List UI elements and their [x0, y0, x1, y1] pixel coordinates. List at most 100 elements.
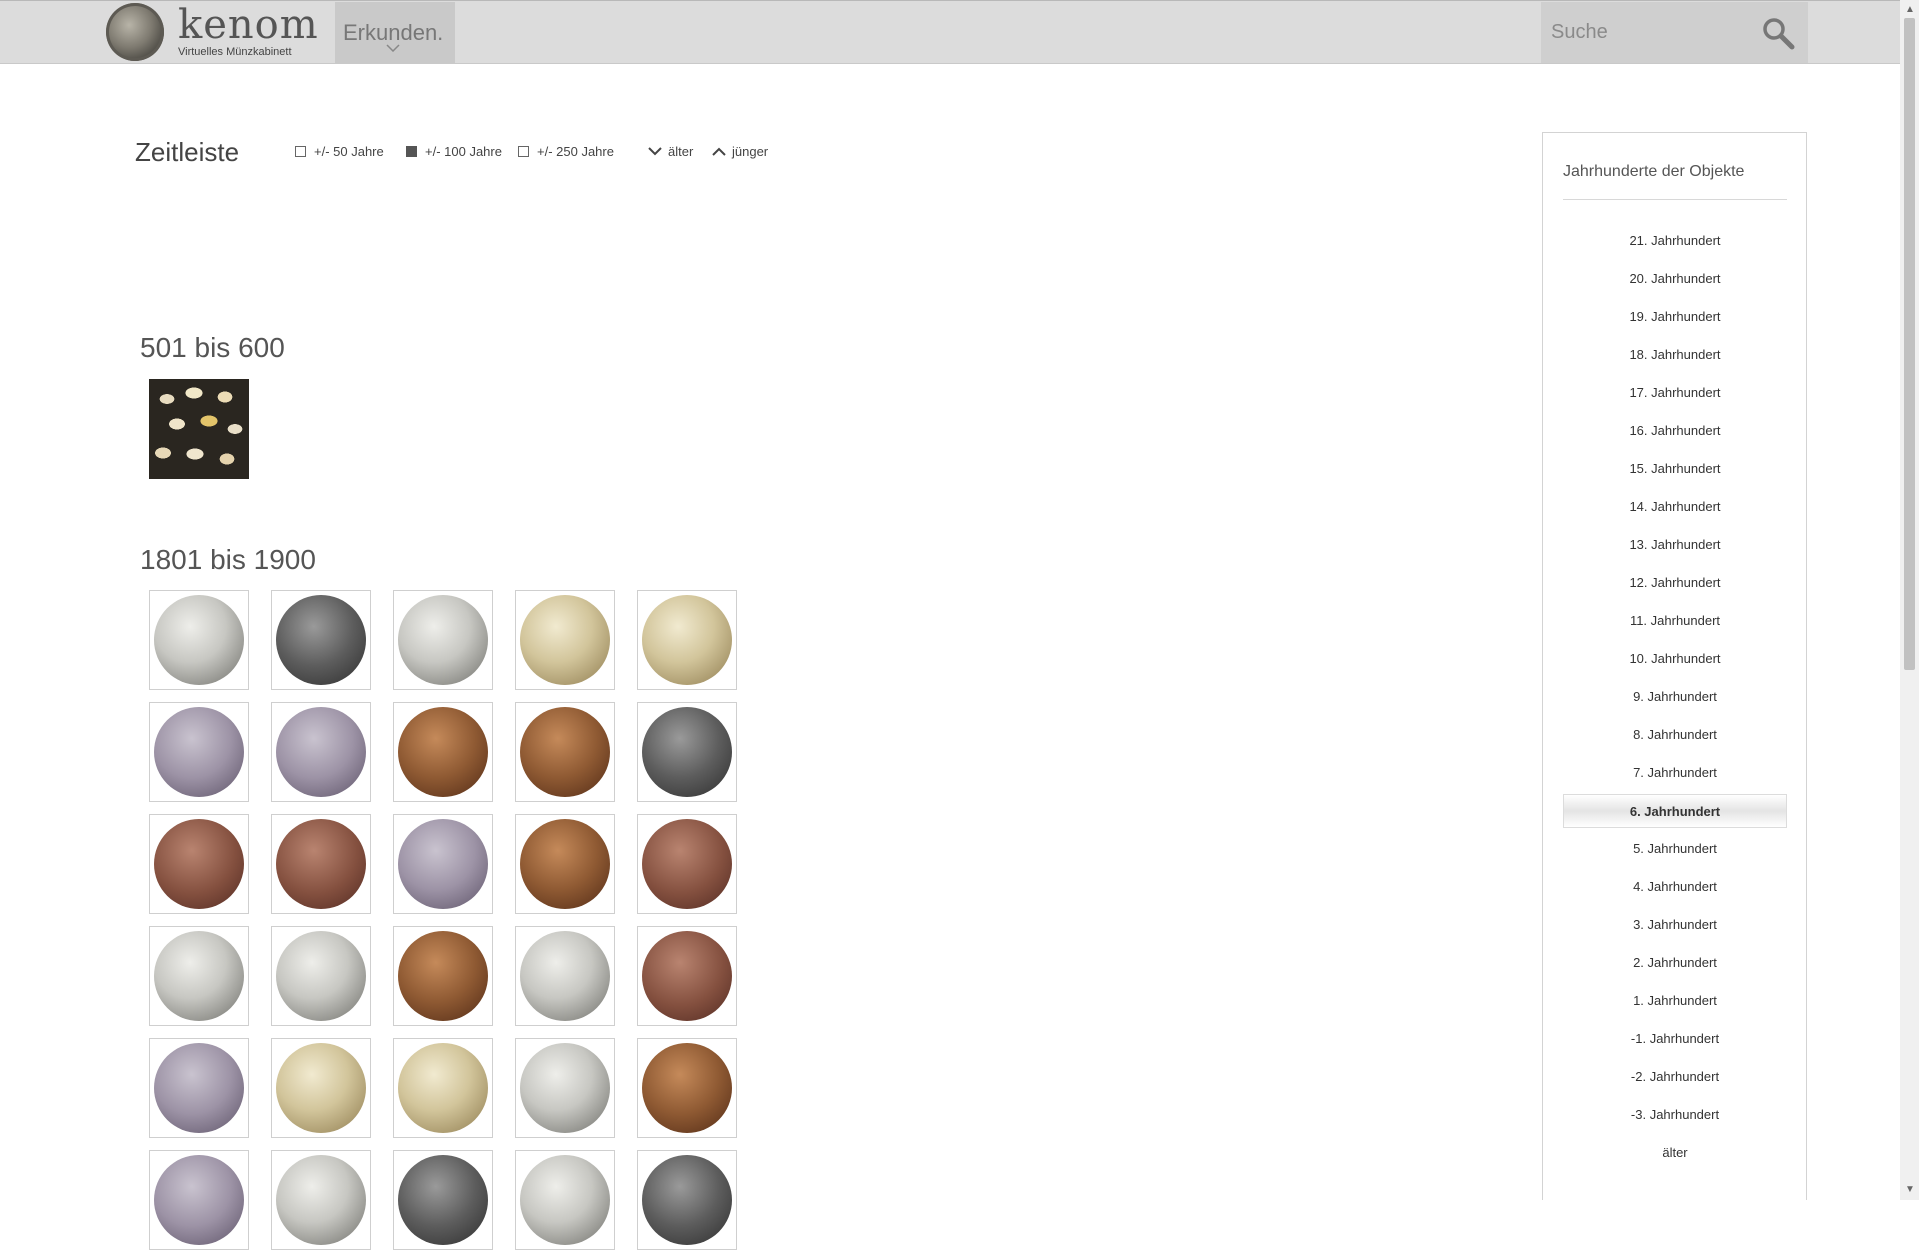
coin-image [520, 819, 610, 909]
century-item[interactable]: 19. Jahrhundert [1563, 300, 1787, 334]
century-item[interactable]: 16. Jahrhundert [1563, 414, 1787, 448]
coin-thumbnail[interactable] [637, 926, 737, 1026]
coin-thumbnail[interactable] [393, 590, 493, 690]
coin-thumbnail[interactable] [515, 590, 615, 690]
coin-thumbnail[interactable] [271, 1150, 371, 1250]
coin-thumbnail[interactable] [515, 1150, 615, 1250]
scroll-thumb[interactable] [1904, 18, 1915, 670]
century-item[interactable]: 13. Jahrhundert [1563, 528, 1787, 562]
century-item[interactable]: 8. Jahrhundert [1563, 718, 1787, 752]
century-item[interactable]: 11. Jahrhundert [1563, 604, 1787, 638]
coin-thumbnail[interactable] [393, 926, 493, 1026]
kenom-logo[interactable]: kenom Virtuelles Münzkabinett [106, 3, 319, 61]
coin-image [642, 931, 732, 1021]
range-100-label: +/- 100 Jahre [425, 144, 502, 159]
coin-thumbnail[interactable] [637, 814, 737, 914]
coin-thumbnail[interactable] [149, 702, 249, 802]
range-250-years-option[interactable]: +/- 250 Jahre [518, 144, 614, 159]
section-heading-1801-1900: 1801 bis 1900 [140, 544, 316, 575]
scroll-up-arrow-icon[interactable]: ▲ [1905, 4, 1915, 15]
coin-thumbnail[interactable] [149, 926, 249, 1026]
coin-image [154, 931, 244, 1021]
sidebar-title: Jahrhunderte der Objekte [1563, 163, 1745, 180]
century-item[interactable]: 6. Jahrhundert [1563, 794, 1787, 828]
coin-image [520, 931, 610, 1021]
scroll-down-arrow-icon[interactable]: ▼ [1905, 1184, 1915, 1195]
coin-thumbnail[interactable] [637, 1150, 737, 1250]
coin-thumbnail[interactable] [515, 926, 615, 1026]
century-item[interactable]: 20. Jahrhundert [1563, 262, 1787, 296]
coin-thumbnail[interactable] [271, 926, 371, 1026]
century-item[interactable]: 17. Jahrhundert [1563, 376, 1787, 410]
coin-thumbnail[interactable] [271, 814, 371, 914]
coin-thumbnail[interactable] [515, 1038, 615, 1138]
coin-image [520, 707, 610, 797]
century-item[interactable]: -2. Jahrhundert [1563, 1060, 1787, 1094]
coin-image [398, 1043, 488, 1133]
coin-image [642, 819, 732, 909]
century-item[interactable]: 4. Jahrhundert [1563, 870, 1787, 904]
object-thumbnail-shells[interactable] [149, 379, 249, 479]
coin-image [276, 1155, 366, 1245]
timeline-title: Zeitleiste [135, 137, 240, 167]
century-item[interactable]: 18. Jahrhundert [1563, 338, 1787, 372]
page-scrollbar[interactable]: ▲ ▼ [1900, 0, 1919, 1200]
search-icon[interactable] [1761, 16, 1795, 50]
coin-thumbnail[interactable] [271, 1038, 371, 1138]
younger-button[interactable]: jünger [712, 144, 768, 159]
range-50-checkbox[interactable] [295, 146, 306, 157]
coin-image [642, 595, 732, 685]
century-item[interactable]: 9. Jahrhundert [1563, 680, 1787, 714]
century-item[interactable]: 2. Jahrhundert [1563, 946, 1787, 980]
coin-thumbnail[interactable] [637, 1038, 737, 1138]
coin-thumbnail[interactable] [271, 590, 371, 690]
century-item[interactable]: -1. Jahrhundert [1563, 1022, 1787, 1056]
coin-thumbnail[interactable] [149, 1150, 249, 1250]
range-50-years-option[interactable]: +/- 50 Jahre [295, 144, 384, 159]
erkunden-menu-button[interactable]: Erkunden. [335, 2, 455, 63]
coin-thumbnail[interactable] [515, 814, 615, 914]
older-button[interactable]: älter [648, 144, 693, 159]
century-item[interactable]: 10. Jahrhundert [1563, 642, 1787, 676]
coin-thumbnail[interactable] [637, 590, 737, 690]
coin-image [154, 595, 244, 685]
range-100-checkbox[interactable] [406, 146, 417, 157]
coin-image [276, 707, 366, 797]
coin-image [642, 707, 732, 797]
coin-thumbnail[interactable] [393, 1038, 493, 1138]
search-box [1541, 2, 1808, 63]
older-label: älter [668, 144, 694, 159]
younger-label: jünger [732, 144, 769, 159]
chevron-up-icon [712, 147, 726, 156]
top-navigation-bar: kenom Virtuelles Münzkabinett Erkunden. [0, 0, 1900, 64]
search-input[interactable] [1541, 2, 1751, 63]
coin-image [520, 595, 610, 685]
coin-thumbnail[interactable] [271, 702, 371, 802]
century-sidebar: Jahrhunderte der Objekte 21. Jahrhundert… [1542, 132, 1807, 1200]
range-250-checkbox[interactable] [518, 146, 529, 157]
century-item[interactable]: 3. Jahrhundert [1563, 908, 1787, 942]
century-item[interactable]: 14. Jahrhundert [1563, 490, 1787, 524]
coin-logo-icon [106, 3, 164, 61]
range-100-years-option[interactable]: +/- 100 Jahre [406, 144, 502, 159]
coin-thumbnail[interactable] [393, 702, 493, 802]
coin-thumbnail[interactable] [393, 1150, 493, 1250]
century-item[interactable]: 21. Jahrhundert [1563, 224, 1787, 258]
coin-thumbnail[interactable] [515, 702, 615, 802]
coin-thumbnail[interactable] [149, 814, 249, 914]
coin-thumbnail[interactable] [393, 814, 493, 914]
coin-thumbnail[interactable] [149, 590, 249, 690]
century-item[interactable]: 12. Jahrhundert [1563, 566, 1787, 600]
century-item[interactable]: -3. Jahrhundert [1563, 1098, 1787, 1132]
erkunden-label: Erkunden. [343, 20, 444, 45]
coin-thumbnail[interactable] [149, 1038, 249, 1138]
century-item[interactable]: älter [1563, 1136, 1787, 1170]
coin-image [154, 1043, 244, 1133]
century-item[interactable]: 7. Jahrhundert [1563, 756, 1787, 790]
century-item[interactable]: 15. Jahrhundert [1563, 452, 1787, 486]
century-item[interactable]: 5. Jahrhundert [1563, 832, 1787, 866]
century-item[interactable]: 1. Jahrhundert [1563, 984, 1787, 1018]
coin-image [520, 1043, 610, 1133]
coin-image [398, 595, 488, 685]
coin-thumbnail[interactable] [637, 702, 737, 802]
